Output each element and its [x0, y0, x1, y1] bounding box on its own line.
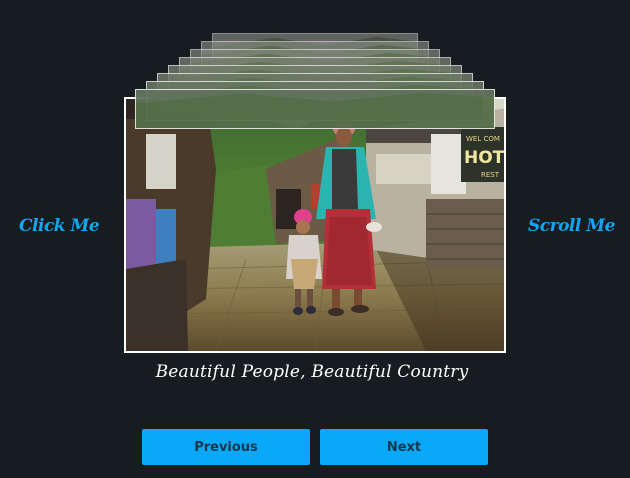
sign-hotel-text: HOT: [464, 148, 504, 168]
previous-button[interactable]: Previous: [142, 429, 310, 465]
photo-caption: Beautiful People, Beautiful Country: [155, 362, 469, 382]
sign-rest-text: REST: [481, 171, 500, 179]
sign-welcome-text: WEL COM: [466, 135, 500, 143]
stacked-photo: [135, 89, 495, 129]
next-button[interactable]: Next: [320, 429, 488, 465]
village-photo-image: WEL COM HOT REST: [126, 99, 504, 351]
click-me-label[interactable]: Click Me: [19, 216, 100, 236]
scroll-me-label[interactable]: Scroll Me: [528, 216, 615, 236]
main-photo[interactable]: WEL COM HOT REST: [124, 97, 506, 353]
